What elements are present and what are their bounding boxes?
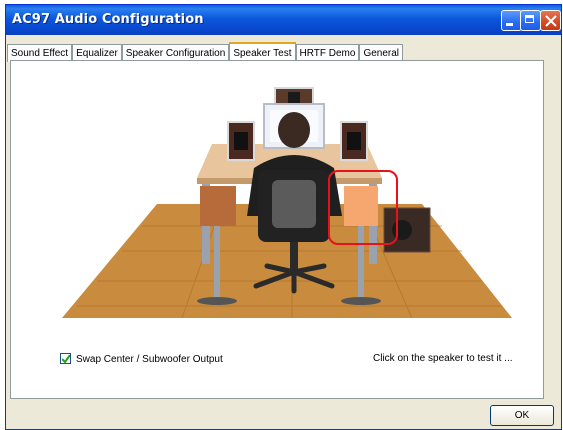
ok-button[interactable]: OK bbox=[490, 405, 554, 426]
speaker-scene bbox=[62, 86, 512, 319]
title-bar[interactable]: AC97 Audio Configuration bbox=[6, 5, 561, 35]
close-icon bbox=[545, 15, 557, 27]
maximize-button[interactable] bbox=[520, 10, 541, 31]
checkmark-icon bbox=[62, 355, 70, 363]
tab-strip: Sound Effect Equalizer Speaker Configurati… bbox=[7, 41, 404, 63]
swap-center-subwoofer-option[interactable]: Swap Center / Subwoofer Output bbox=[60, 353, 223, 365]
swap-checkbox-label: Swap Center / Subwoofer Output bbox=[76, 354, 223, 365]
swap-center-subwoofer-checkbox[interactable] bbox=[60, 353, 71, 364]
speaker-test-hint: Click on the speaker to test it ... bbox=[373, 353, 513, 364]
room-illustration bbox=[62, 87, 512, 319]
window-title: AC97 Audio Configuration bbox=[12, 12, 204, 27]
listener-head bbox=[278, 112, 310, 148]
speaker-subwoofer[interactable] bbox=[383, 207, 431, 253]
speaker-rear-right[interactable] bbox=[340, 121, 368, 161]
minimize-button[interactable] bbox=[501, 10, 522, 31]
speaker-rear-left[interactable] bbox=[227, 121, 255, 161]
close-button[interactable] bbox=[540, 10, 561, 31]
